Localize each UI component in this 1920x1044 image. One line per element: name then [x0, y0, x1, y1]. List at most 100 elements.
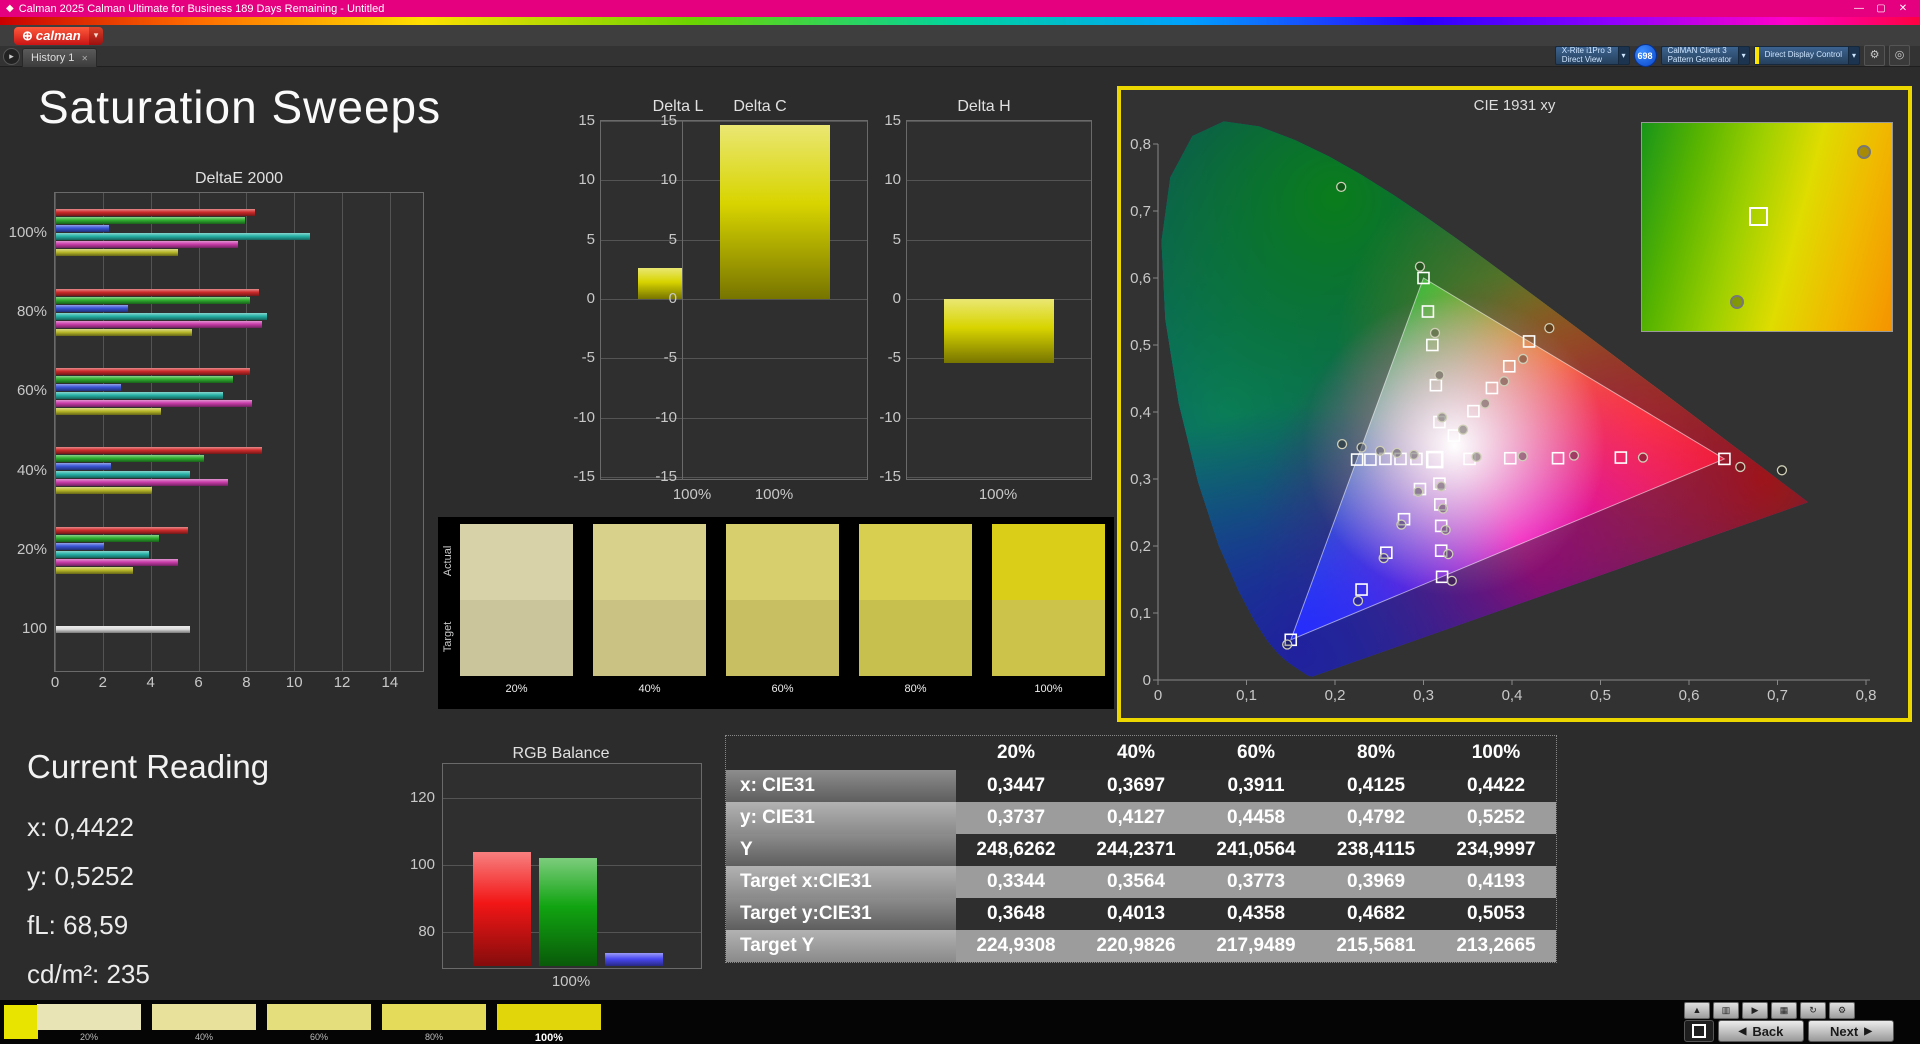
- axis-tick-label: -15: [655, 468, 677, 485]
- pattern-swatch[interactable]: [267, 1004, 371, 1030]
- pattern-generator-button[interactable]: CalMAN Client 3 Pattern Generator ▾: [1661, 46, 1750, 65]
- column-header: 40%: [1076, 742, 1196, 764]
- axis-tick-label: 0,7: [1767, 687, 1788, 704]
- meter-line2: Direct View: [1562, 56, 1612, 65]
- back-button[interactable]: ◀ Back: [1718, 1020, 1804, 1042]
- chevron-down-icon: ▾: [89, 27, 104, 45]
- export-button[interactable]: ▲: [1684, 1002, 1710, 1019]
- bar: [56, 368, 250, 375]
- table-cell: 224,9308: [956, 935, 1076, 957]
- swatch-label: 80%: [859, 683, 972, 695]
- tab-label: History 1: [31, 52, 74, 64]
- table-cell: 0,5053: [1436, 903, 1556, 925]
- measured-marker: [1415, 262, 1424, 271]
- close-button[interactable]: ✕: [1892, 3, 1914, 14]
- pattern-window-button[interactable]: [1684, 1020, 1714, 1042]
- gridline: [907, 418, 1091, 419]
- chevron-down-icon[interactable]: ▾: [1739, 46, 1750, 65]
- table-cell: 213,2665: [1436, 935, 1556, 957]
- table-row: Target Y224,9308220,9826217,9489215,5681…: [726, 930, 1556, 962]
- next-button[interactable]: Next ▶: [1808, 1020, 1894, 1042]
- row-label: Target y:CIE31: [726, 898, 956, 930]
- actual-target-swatch-panel: Actual Target 20%40%60%80%100%: [438, 517, 1114, 709]
- settings-button[interactable]: ⚙: [1829, 1002, 1855, 1019]
- measured-marker: [1379, 554, 1388, 563]
- gear-icon[interactable]: ⚙: [1864, 45, 1885, 66]
- maximize-button[interactable]: ▢: [1870, 3, 1892, 14]
- actual-swatch: [593, 524, 706, 600]
- axis-tick-label: 12: [329, 674, 355, 691]
- play-button[interactable]: ▶: [1742, 1002, 1768, 1019]
- bar: [56, 455, 204, 462]
- print-button[interactable]: ▥: [1713, 1002, 1739, 1019]
- actual-swatch: [859, 524, 972, 600]
- minimize-button[interactable]: —: [1848, 3, 1870, 14]
- column-header: 80%: [1316, 742, 1436, 764]
- measured-marker: [1441, 525, 1450, 534]
- table-cell: 0,4792: [1316, 807, 1436, 829]
- actual-swatch: [460, 524, 573, 600]
- gridline: [907, 121, 1091, 122]
- refresh-button[interactable]: ↻: [1800, 1002, 1826, 1019]
- table-cell: 217,9489: [1196, 935, 1316, 957]
- axis-tick-label: 0,2: [1130, 538, 1151, 555]
- gridline: [246, 193, 247, 671]
- table-cell: 0,3697: [1076, 775, 1196, 797]
- power-icon[interactable]: ◎: [1889, 45, 1910, 66]
- row-label: y: CIE31: [726, 802, 956, 834]
- tab-close-icon[interactable]: ✕: [81, 54, 88, 63]
- back-arrow-icon: ◀: [1739, 1026, 1747, 1037]
- current-color-patch: [4, 1005, 38, 1039]
- bar: [944, 299, 1054, 363]
- display-control-label: Direct Display Control: [1754, 46, 1849, 65]
- meter-device-button[interactable]: X-Rite i1Pro 3 Direct View ▾: [1555, 46, 1630, 65]
- axis-tick-label: 0,6: [1130, 270, 1151, 287]
- save-button[interactable]: ▦: [1771, 1002, 1797, 1019]
- titlebar: ◆ Calman 2025 Calman Ultimate for Busine…: [0, 0, 1920, 17]
- measured-marker: [1357, 443, 1366, 452]
- pattern-swatch[interactable]: [382, 1004, 486, 1030]
- tab-scroll-button[interactable]: ▸: [3, 48, 20, 65]
- target-swatch: [726, 600, 839, 676]
- axis-tick-label: 0,2: [1325, 687, 1346, 704]
- bar: [56, 392, 223, 399]
- calman-menu-button[interactable]: ⊕calman ▾: [14, 27, 103, 45]
- chevron-down-icon[interactable]: ▾: [1849, 46, 1860, 65]
- reading-fl: fL: 68,59: [27, 910, 269, 941]
- deltae2000-chart: DeltaE 2000 02468101214100%80%60%40%20%1…: [54, 170, 424, 690]
- axis-tick-label: 8: [233, 674, 259, 691]
- axis-tick-label: 0: [1154, 687, 1162, 704]
- chevron-down-icon[interactable]: ▾: [1619, 46, 1630, 65]
- display-control-text: Direct Display Control: [1765, 51, 1842, 60]
- display-control-button[interactable]: Direct Display Control ▾: [1754, 46, 1860, 65]
- axis-tick-label: 0: [893, 290, 901, 307]
- delta-h-chart: Delta H 151050-5-10-15 100%: [876, 98, 1092, 508]
- bar: [56, 559, 178, 566]
- gridline: [55, 193, 56, 671]
- axis-tick-label: -10: [655, 409, 677, 426]
- pattern-swatch[interactable]: [37, 1004, 141, 1030]
- bar: [56, 209, 255, 216]
- table-cell: 0,3564: [1076, 871, 1196, 893]
- bar: [56, 479, 228, 486]
- gridline: [390, 193, 391, 671]
- table-cell: 0,3648: [956, 903, 1076, 925]
- pattern-swatch[interactable]: [152, 1004, 256, 1030]
- bar: [56, 217, 245, 224]
- inset-measured-marker: [1730, 295, 1744, 309]
- rgb-balance-axis-label: 100%: [442, 973, 700, 990]
- window-title: Calman 2025 Calman Ultimate for Business…: [19, 3, 1848, 15]
- pattern-swatch-label: 40%: [152, 1032, 256, 1042]
- bar: [56, 384, 121, 391]
- axis-tick-label: 0,3: [1130, 471, 1151, 488]
- tab-history-1[interactable]: History 1 ✕: [22, 48, 97, 67]
- axis-tick-label: -10: [573, 409, 595, 426]
- axis-group-label: 40%: [17, 462, 47, 479]
- cie-title: CIE 1931 xy: [1121, 97, 1908, 114]
- gridline: [907, 477, 1091, 478]
- gridline: [907, 180, 1091, 181]
- axis-tick-label: 0: [669, 290, 677, 307]
- axis-tick-label: 80: [418, 923, 435, 940]
- pattern-swatch[interactable]: [497, 1004, 601, 1030]
- axis-tick-label: 0,5: [1590, 687, 1611, 704]
